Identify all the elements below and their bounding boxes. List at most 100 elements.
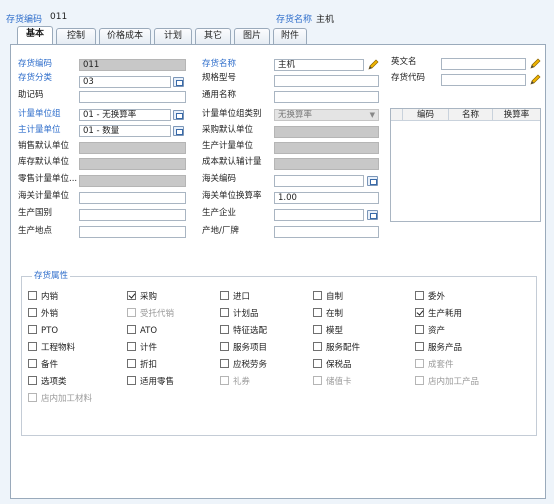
- tab-price-cost[interactable]: 价格成本: [99, 28, 151, 44]
- checkbox-unchecked[interactable]: [415, 342, 424, 351]
- attr-checkbox[interactable]: 选项类: [28, 376, 67, 387]
- checkbox-checked[interactable]: [415, 308, 424, 317]
- checkbox-checked[interactable]: [127, 291, 136, 300]
- field-production-unit[interactable]: [274, 142, 379, 154]
- attr-checkbox[interactable]: 服务配件: [313, 342, 360, 353]
- attr-checkbox[interactable]: 适用零售: [127, 376, 174, 387]
- field-stock-code[interactable]: [441, 74, 526, 86]
- checkbox-unchecked[interactable]: [220, 325, 229, 334]
- attr-checkbox[interactable]: 外销: [28, 308, 58, 319]
- checkbox-unchecked[interactable]: [313, 325, 322, 334]
- field-manufacturer[interactable]: [274, 209, 364, 221]
- checkbox-unchecked[interactable]: [415, 291, 424, 300]
- unit-group-picker-icon[interactable]: [173, 110, 184, 120]
- field-english-name[interactable]: [441, 58, 526, 70]
- checkbox-unchecked[interactable]: [28, 291, 37, 300]
- field-unit-group-type[interactable]: 无换算率 ▼: [274, 109, 379, 121]
- customs-code-picker-icon[interactable]: [367, 176, 378, 186]
- checkbox-unchecked[interactable]: [313, 291, 322, 300]
- field-customs-code[interactable]: [274, 175, 364, 187]
- checkbox-unchecked[interactable]: [313, 342, 322, 351]
- category-picker-icon[interactable]: [173, 77, 184, 87]
- field-purchase-unit[interactable]: [274, 126, 379, 138]
- attributes-group-title: 存货属性: [32, 271, 71, 282]
- checkbox-unchecked[interactable]: [220, 291, 229, 300]
- field-mnemonic[interactable]: [79, 91, 186, 103]
- checkbox-unchecked[interactable]: [28, 342, 37, 351]
- attr-checkbox[interactable]: 生产耗用: [415, 308, 462, 319]
- checkbox-unchecked[interactable]: [220, 359, 229, 368]
- field-country[interactable]: [79, 209, 186, 221]
- grid-header-code[interactable]: 编码: [403, 109, 449, 121]
- tab-other[interactable]: 其它: [195, 28, 231, 44]
- attr-checkbox[interactable]: 工程物料: [28, 342, 75, 353]
- attr-checkbox[interactable]: 折扣: [127, 359, 157, 370]
- manufacturer-picker-icon[interactable]: [367, 210, 378, 220]
- checkbox-unchecked[interactable]: [28, 359, 37, 368]
- label-unit-group: 计量单位组: [18, 109, 61, 119]
- field-name[interactable]: 主机: [274, 59, 364, 71]
- field-sales-unit[interactable]: [79, 142, 186, 154]
- attr-checkbox[interactable]: 模型: [313, 325, 343, 336]
- checkbox-unchecked[interactable]: [220, 308, 229, 317]
- field-place[interactable]: [79, 226, 186, 238]
- attr-checkbox[interactable]: 自制: [313, 291, 343, 302]
- field-stock-unit[interactable]: [79, 158, 186, 170]
- checkbox-unchecked[interactable]: [28, 325, 37, 334]
- field-origin-brand[interactable]: [274, 226, 379, 238]
- field-code[interactable]: 011: [79, 59, 186, 71]
- attr-checkbox[interactable]: 服务项目: [220, 342, 267, 353]
- attr-checkbox[interactable]: 应税劳务: [220, 359, 267, 370]
- label-customs-unit: 海关计量单位: [18, 191, 70, 201]
- checkbox-unchecked[interactable]: [127, 325, 136, 334]
- attr-checkbox[interactable]: 在制: [313, 308, 343, 319]
- tab-image[interactable]: 图片: [234, 28, 270, 44]
- unit-conversion-grid[interactable]: 编码 名称 换算率: [390, 108, 541, 222]
- attr-checkbox[interactable]: 备件: [28, 359, 58, 370]
- name-edit-pencil-icon[interactable]: [367, 59, 379, 71]
- attr-checkbox[interactable]: 保税品: [313, 359, 352, 370]
- stock-code-edit-pencil-icon[interactable]: [529, 74, 541, 86]
- attr-checkbox[interactable]: 采购: [127, 291, 157, 302]
- attr-checkbox: 受托代销: [127, 308, 174, 319]
- field-unit-group[interactable]: 01 - 无换算率: [79, 109, 171, 121]
- attr-checkbox-label: 适用零售: [140, 377, 175, 387]
- tab-control[interactable]: 控制: [56, 28, 96, 44]
- attr-checkbox[interactable]: 计件: [127, 342, 157, 353]
- grid-header-rate[interactable]: 换算率: [493, 109, 540, 121]
- field-main-unit[interactable]: 01 - 数量: [79, 125, 171, 137]
- field-spec[interactable]: [274, 75, 379, 87]
- attr-checkbox[interactable]: ATO: [127, 325, 157, 336]
- attr-checkbox[interactable]: 资产: [415, 325, 445, 336]
- attr-checkbox[interactable]: 内销: [28, 291, 58, 302]
- dropdown-arrow-icon[interactable]: ▼: [370, 110, 375, 120]
- field-category[interactable]: 03: [79, 76, 171, 88]
- checkbox-unchecked[interactable]: [28, 376, 37, 385]
- grid-header-name[interactable]: 名称: [449, 109, 493, 121]
- field-common-name[interactable]: [274, 91, 379, 103]
- attr-checkbox[interactable]: 计划品: [220, 308, 259, 319]
- checkbox-unchecked: [28, 393, 37, 402]
- checkbox-unchecked[interactable]: [415, 325, 424, 334]
- attr-checkbox[interactable]: 委外: [415, 291, 445, 302]
- checkbox-unchecked[interactable]: [313, 359, 322, 368]
- attr-checkbox[interactable]: 进口: [220, 291, 250, 302]
- attr-checkbox[interactable]: PTO: [28, 325, 58, 336]
- field-customs-rate[interactable]: 1.00: [274, 192, 379, 204]
- checkbox-unchecked[interactable]: [220, 342, 229, 351]
- checkbox-unchecked[interactable]: [127, 376, 136, 385]
- main-unit-picker-icon[interactable]: [173, 126, 184, 136]
- checkbox-unchecked[interactable]: [28, 308, 37, 317]
- field-customs-unit[interactable]: [79, 192, 186, 204]
- attr-checkbox[interactable]: 服务产品: [415, 342, 462, 353]
- tab-attachment[interactable]: 附件: [273, 28, 307, 44]
- field-cost-unit[interactable]: [274, 158, 379, 170]
- checkbox-unchecked[interactable]: [313, 308, 322, 317]
- tab-plan[interactable]: 计划: [154, 28, 192, 44]
- checkbox-unchecked[interactable]: [127, 359, 136, 368]
- tab-basic[interactable]: 基本: [17, 26, 53, 45]
- field-retail-unit[interactable]: [79, 175, 186, 187]
- attr-checkbox[interactable]: 特征选配: [220, 325, 267, 336]
- checkbox-unchecked[interactable]: [127, 342, 136, 351]
- english-name-edit-pencil-icon[interactable]: [529, 58, 541, 70]
